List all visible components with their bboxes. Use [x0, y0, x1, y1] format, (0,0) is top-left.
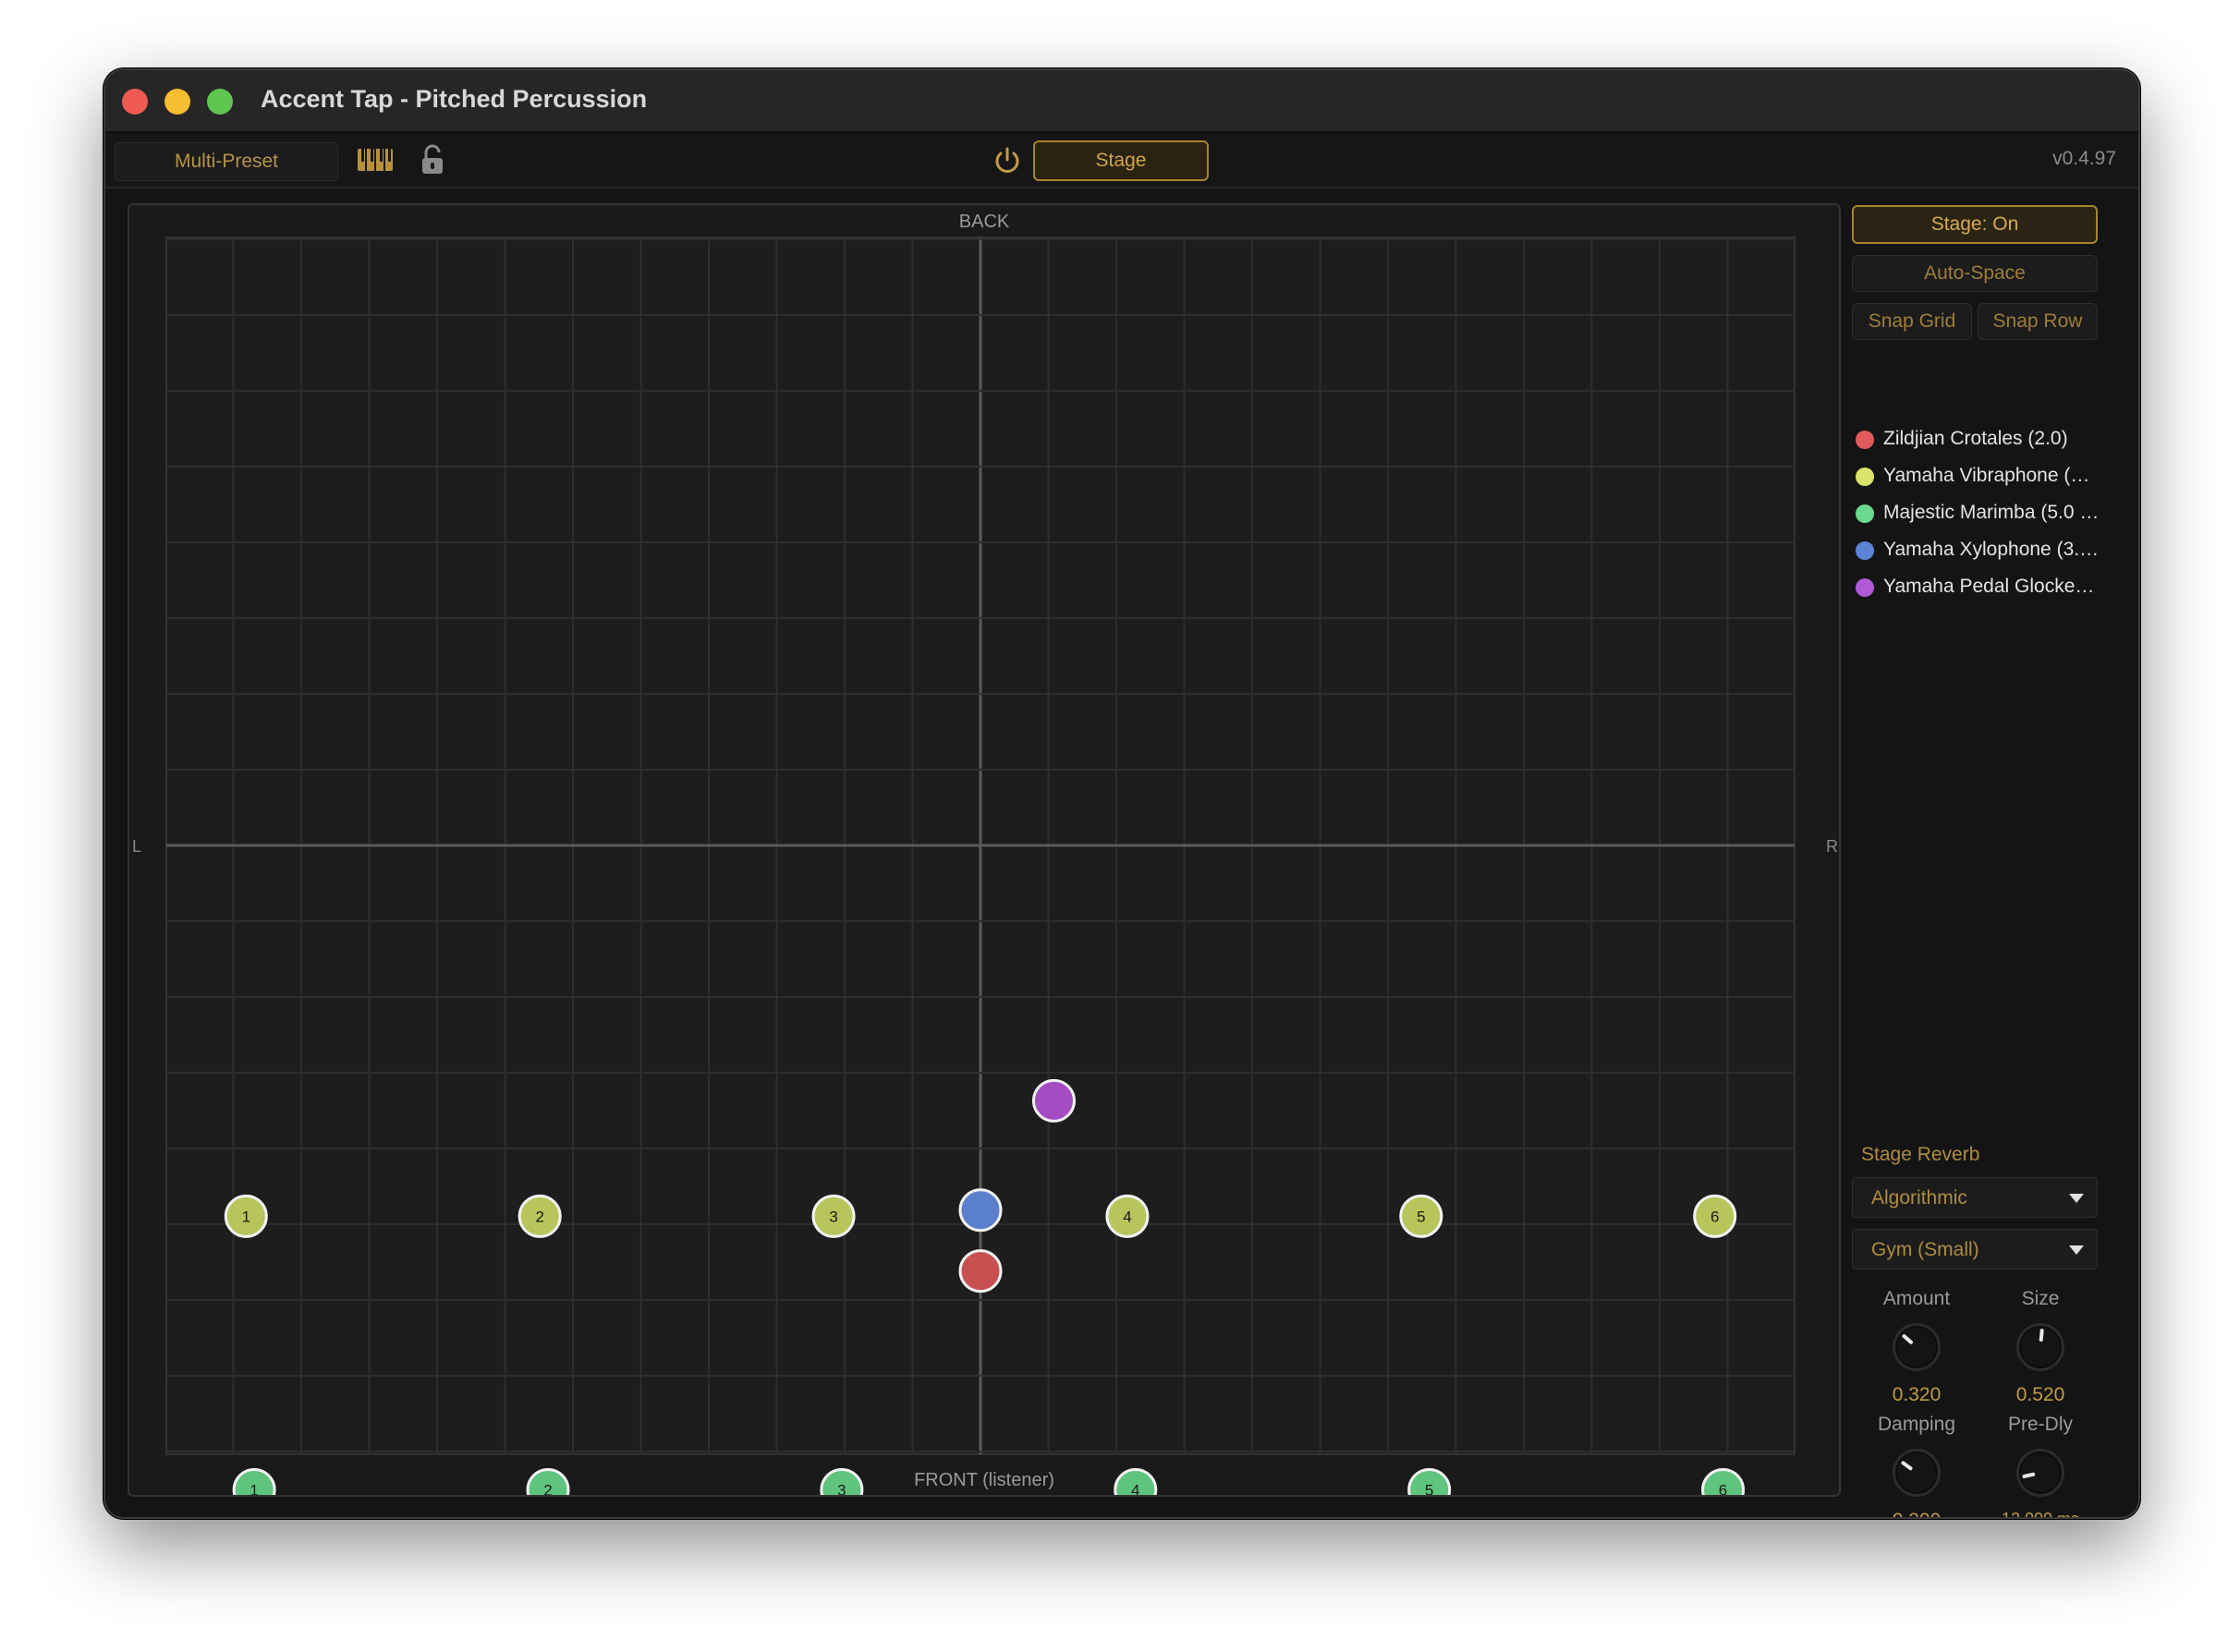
legend-label: Yamaha Xylophone (3.5 oct) — [1883, 539, 2100, 560]
sidebar: Stage: On Auto-Space Snap Grid Snap Row … — [1852, 205, 2129, 1517]
size-label: Size — [2021, 1288, 2060, 1309]
stage-marker-label: 3 — [829, 1208, 837, 1225]
reverb-room-value: Gym (Small) — [1871, 1239, 1979, 1260]
chevron-down-icon — [2069, 1194, 2084, 1203]
chevron-down-icon — [2069, 1245, 2084, 1255]
stage-marker[interactable]: 4 — [1105, 1194, 1150, 1238]
toolbar: Multi-Preset Stage v0.4.97 — [105, 133, 2138, 188]
stage-marker[interactable]: 4 — [1114, 1467, 1158, 1495]
legend-label: Yamaha Pedal Glockenspiel — [1883, 576, 2100, 597]
stage-on-button[interactable]: Stage: On — [1852, 205, 2098, 244]
stage-grid[interactable]: BACK FRONT (listener) L R 1 2 3 4 5 6 1 2 3 4 5 6 — [129, 205, 1839, 1495]
stage-marker-label: 6 — [1710, 1208, 1719, 1225]
amount-knob[interactable] — [1893, 1323, 1941, 1371]
damping-knob-group: Damping 0.300 — [1861, 1414, 1972, 1517]
stage-marker[interactable] — [958, 1188, 1003, 1233]
stage-marker[interactable]: 2 — [517, 1194, 562, 1238]
keyboard-icon[interactable] — [357, 148, 394, 172]
amount-value: 0.320 — [1892, 1384, 1942, 1405]
stage-marker[interactable]: 2 — [526, 1467, 570, 1495]
reverb-algorithm-value: Algorithmic — [1871, 1187, 1967, 1209]
back-label: BACK — [959, 212, 1010, 232]
snap-grid-button[interactable]: Snap Grid — [1852, 303, 1972, 340]
stage-marker[interactable]: 6 — [1701, 1467, 1746, 1495]
minimize-window-button[interactable] — [164, 89, 190, 115]
size-knob-group: Size 0.520 — [1985, 1288, 2096, 1406]
left-label: L — [132, 837, 141, 856]
pre-delay-value: 12.000 ms — [2001, 1510, 2080, 1519]
stage-marker-label: 1 — [242, 1208, 250, 1225]
legend-color-dot — [1856, 504, 1874, 523]
damping-label: Damping — [1877, 1414, 1956, 1435]
stage-marker-label: 2 — [543, 1481, 552, 1495]
stage-panel[interactable]: BACK FRONT (listener) L R 1 2 3 4 5 6 1 2 3 4 5 6 — [128, 203, 1841, 1497]
stage-marker-label: 5 — [1425, 1481, 1433, 1495]
stage-marker[interactable] — [1031, 1078, 1076, 1123]
legend-item[interactable]: Zildjian Crotales (2.0) — [1852, 421, 2129, 458]
version-label: v0.4.97 — [2052, 148, 2116, 169]
unlock-icon[interactable] — [420, 144, 445, 176]
snap-row-button[interactable]: Snap Row — [1978, 303, 2098, 340]
stage-marker[interactable]: 1 — [224, 1194, 268, 1238]
stage-marker[interactable]: 6 — [1693, 1194, 1737, 1238]
stage-button[interactable]: Stage — [1033, 140, 1209, 181]
stage-marker[interactable]: 3 — [811, 1194, 856, 1238]
auto-space-button[interactable]: Auto-Space — [1852, 255, 2098, 292]
reverb-algorithm-dropdown[interactable]: Algorithmic — [1852, 1177, 2098, 1218]
stage-marker-label: 2 — [535, 1208, 543, 1225]
pre-delay-knob[interactable] — [2016, 1449, 2064, 1497]
stage-marker-dot[interactable] — [958, 1249, 1003, 1294]
maximize-window-button[interactable] — [207, 89, 233, 115]
size-knob[interactable] — [2016, 1323, 2064, 1371]
app-window: Accent Tap - Pitched Percussion Multi-Pr… — [103, 68, 2140, 1519]
stage-marker-dot[interactable] — [1031, 1078, 1076, 1123]
reverb-room-dropdown[interactable]: Gym (Small) — [1852, 1229, 2098, 1269]
stage-reverb-title: Stage Reverb — [1861, 1144, 1980, 1165]
stage-marker[interactable] — [958, 1249, 1003, 1294]
legend-color-dot — [1856, 431, 1874, 449]
legend-label: Majestic Marimba (5.0 oct) — [1883, 502, 2100, 523]
stage-marker-label: 4 — [1131, 1481, 1139, 1495]
amount-label: Amount — [1882, 1288, 1951, 1309]
legend-color-dot — [1856, 578, 1874, 597]
stage-marker[interactable]: 5 — [1407, 1467, 1452, 1495]
damping-knob[interactable] — [1893, 1449, 1941, 1497]
stage-marker-label: 6 — [1719, 1481, 1727, 1495]
stage-marker[interactable]: 3 — [820, 1467, 864, 1495]
legend-item[interactable]: Yamaha Pedal Glockenspiel — [1852, 569, 2129, 606]
legend-color-dot — [1856, 468, 1874, 486]
title-bar: Accent Tap - Pitched Percussion — [105, 70, 2138, 133]
damping-value: 0.300 — [1861, 1510, 1972, 1517]
size-value: 0.520 — [2015, 1384, 2065, 1405]
window-title: Accent Tap - Pitched Percussion — [261, 85, 648, 113]
pre-delay-label: Pre-Dly — [2007, 1414, 2073, 1435]
legend-item[interactable]: Yamaha Vibraphone (4.0) — [1852, 458, 2129, 495]
close-window-button[interactable] — [122, 89, 148, 115]
legend-label: Yamaha Vibraphone (4.0) — [1883, 465, 2100, 486]
stage-marker[interactable]: 1 — [232, 1467, 276, 1495]
stage-marker-label: 4 — [1123, 1208, 1131, 1225]
pre-delay-knob-group: Pre-Dly 12.000 ms — [1985, 1414, 2096, 1519]
stage-marker-label: 1 — [250, 1481, 258, 1495]
multi-preset-button[interactable]: Multi-Preset — [115, 142, 338, 181]
power-icon[interactable] — [992, 146, 1022, 176]
amount-knob-group: Amount 0.320 — [1861, 1288, 1972, 1406]
stage-marker-dot[interactable] — [958, 1188, 1003, 1233]
front-label: FRONT (listener) — [914, 1470, 1054, 1490]
legend-item[interactable]: Yamaha Xylophone (3.5 oct) — [1852, 532, 2129, 569]
stage-marker-label: 3 — [837, 1481, 846, 1495]
stage-marker[interactable]: 5 — [1399, 1194, 1443, 1238]
legend-color-dot — [1856, 541, 1874, 560]
right-label: R — [1826, 837, 1838, 856]
legend-label: Zildjian Crotales (2.0) — [1883, 428, 2068, 449]
stage-marker-label: 5 — [1417, 1208, 1425, 1225]
legend-item[interactable]: Majestic Marimba (5.0 oct) — [1852, 495, 2129, 532]
instrument-legend: Zildjian Crotales (2.0) Yamaha Vibraphone… — [1852, 421, 2129, 606]
